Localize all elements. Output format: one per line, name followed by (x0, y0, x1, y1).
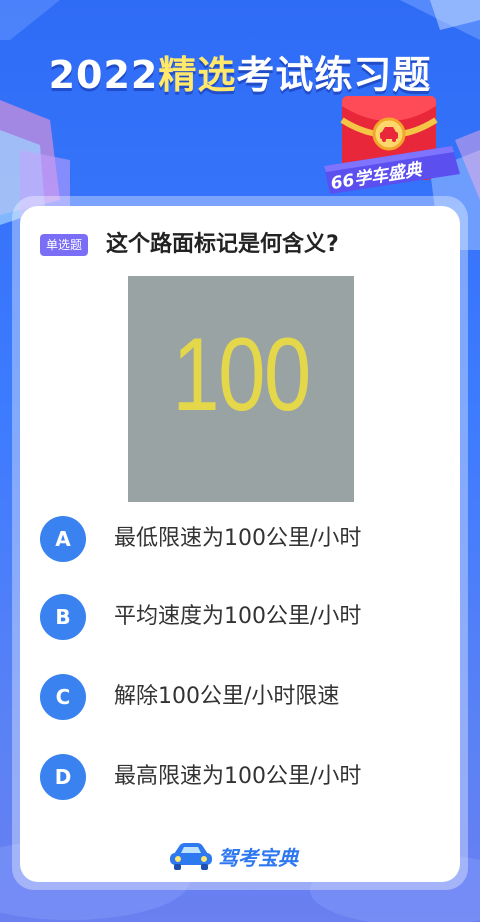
brand-name: 驾考宝典 (218, 846, 298, 870)
question-type-tag: 单选题 (40, 234, 89, 256)
page-title: 2022精选考试练习题 (0, 44, 480, 99)
question-text: 这个路面标记是何含义? (106, 232, 339, 257)
option-letter-d: D (40, 754, 86, 800)
option-letter-a: A (40, 516, 86, 562)
question-image: 100 (128, 276, 354, 502)
promo-badge[interactable]: 66学车盛典 (320, 92, 470, 202)
option-letter-c: C (40, 674, 86, 720)
road-marking-number: 100 (172, 317, 311, 433)
option-b[interactable]: B 平均速度为100公里/小时 (40, 594, 440, 642)
option-a[interactable]: A 最低限速为100公里/小时 (40, 516, 440, 564)
option-label-a: 最低限速为100公里/小时 (114, 526, 362, 551)
question-card: 单选题 这个路面标记是何含义? 100 A 最低限速为100公里/小时 B 平均… (20, 206, 460, 882)
option-d[interactable]: D 最高限速为100公里/小时 (40, 754, 440, 802)
option-label-d: 最高限速为100公里/小时 (114, 764, 362, 789)
title-year: 2022 (48, 53, 159, 97)
title-highlight: 精选 (158, 53, 237, 97)
car-icon (170, 843, 212, 870)
option-letter-b: B (40, 594, 86, 640)
option-label-c: 解除100公里/小时限速 (114, 684, 340, 709)
option-label-b: 平均速度为100公里/小时 (114, 604, 362, 629)
title-rest: 考试练习题 (236, 53, 432, 97)
option-c[interactable]: C 解除100公里/小时限速 (40, 674, 440, 722)
